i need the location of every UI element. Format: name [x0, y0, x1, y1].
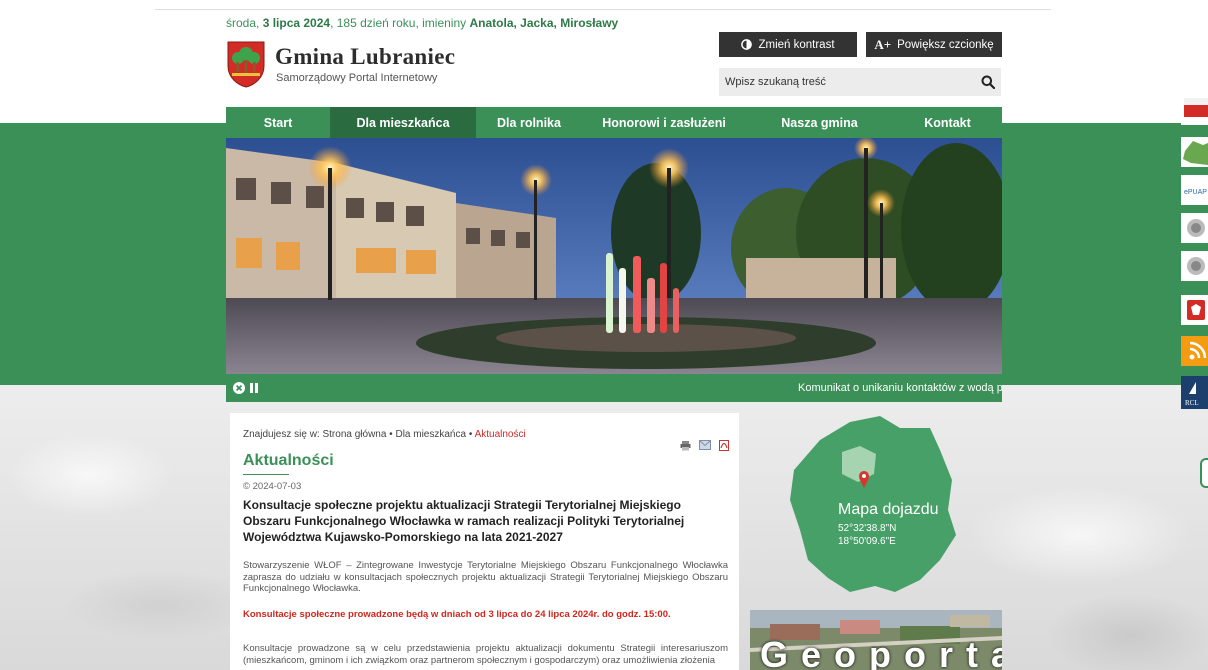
date-line: środa, 3 lipca 2024, 185 dzień roku, imi… [226, 16, 618, 30]
font-size-label: Powiększ czcionkę [897, 38, 994, 51]
breadcrumb-path[interactable]: Znajdujesz się w: Strona główna • Dla mi… [243, 429, 475, 440]
nav-nasza-gmina[interactable]: Nasza gmina [746, 107, 893, 138]
title-underline [243, 474, 289, 475]
site-subtitle: Samorządowy Portal Internetowy [276, 72, 438, 84]
nav-start[interactable]: Start [226, 107, 330, 138]
day-info: , 185 dzień roku, imieniny [330, 16, 470, 30]
email-icon[interactable] [699, 440, 711, 450]
font-size-icon: A+ [874, 36, 892, 52]
article-date: © 2024-07-03 [243, 481, 302, 492]
contrast-button[interactable]: Zmień kontrast [719, 32, 857, 57]
emblem-link-1[interactable] [1181, 213, 1208, 243]
rss-icon [1189, 341, 1207, 360]
emblem-link-2[interactable] [1181, 251, 1208, 281]
svg-text:ePUAP: ePUAP [1184, 189, 1207, 196]
pause-icon[interactable] [248, 382, 260, 394]
poland-emblem-icon [1187, 300, 1205, 320]
close-slider-icon[interactable] [233, 382, 245, 394]
bip-link[interactable] [1181, 95, 1208, 125]
slider-bar: Komunikat o unikaniu kontaktów z wodą po… [226, 374, 1002, 402]
main-content: Znajdujesz się w: Strona główna • Dla mi… [230, 413, 739, 670]
article-title[interactable]: Konsultacje społeczne projektu aktualiza… [243, 497, 728, 545]
bip-icon [1184, 98, 1208, 117]
article-tools [680, 440, 729, 451]
print-icon[interactable] [680, 440, 691, 451]
region-map-icon [1183, 141, 1208, 165]
contrast-label: Zmień kontrast [758, 38, 835, 51]
search-input[interactable] [719, 75, 975, 89]
map-latitude: 52°32'38.8"N [838, 523, 897, 534]
rss-link[interactable] [1181, 336, 1208, 366]
page-title: Aktualności [243, 452, 334, 469]
eagle-icon [1187, 219, 1205, 237]
rcl-link[interactable]: RCL [1181, 376, 1208, 409]
article-paragraph-2: Konsultacje prowadzone są w celu przedst… [243, 643, 728, 666]
contrast-icon [741, 39, 753, 50]
search-icon[interactable] [975, 75, 1001, 89]
date-value: 3 lipca 2024 [262, 16, 331, 30]
poland-emblem-link[interactable] [1181, 295, 1208, 325]
slider-image[interactable] [226, 138, 1002, 374]
map-label: Mapa dojazdu [838, 501, 939, 518]
nav-kontakt[interactable]: Kontakt [893, 107, 1002, 138]
article-paragraph-1: Stowarzyszenie WŁOF – Zintegrowane Inwes… [243, 560, 728, 594]
eagle-icon [1187, 257, 1205, 275]
main-nav: Start Dla mieszkańca Dla rolnika Honorow… [226, 107, 1002, 138]
epuap-link[interactable]: ePUAP [1181, 175, 1208, 205]
breadcrumb: Znajdujesz się w: Strona główna • Dla mi… [243, 429, 526, 440]
geoportal-banner[interactable]: Geoportal [750, 610, 1002, 670]
search-box [719, 68, 1001, 96]
coat-of-arms-logo[interactable] [226, 40, 266, 88]
nav-honorowi[interactable]: Honorowi i zasłużeni [582, 107, 746, 138]
date-prefix: środa, [226, 16, 263, 30]
font-size-button[interactable]: A+ Powiększ czcionkę [866, 32, 1002, 57]
geoportal-label: Geoportal [760, 634, 1002, 670]
map-longitude: 18°50'09.6"E [838, 536, 896, 547]
map-widget[interactable]: Mapa dojazdu 52°32'38.8"N 18°50'09.6"E [780, 410, 966, 595]
name-days: Anatola, Jacka, Mirosławy [469, 16, 619, 30]
pdf-icon[interactable] [719, 440, 729, 451]
epuap-icon: ePUAP [1184, 189, 1207, 196]
news-ticker[interactable]: Komunikat o unikaniu kontaktów z wodą po… [798, 382, 1002, 394]
nav-dla-mieszkanca[interactable]: Dla mieszkańca [330, 107, 476, 138]
nav-dla-rolnika[interactable]: Dla rolnika [476, 107, 582, 138]
rcl-icon: RCL [1185, 382, 1199, 407]
accessibility-tab[interactable] [1200, 458, 1208, 488]
breadcrumb-current: Aktualności [474, 429, 526, 440]
region-map-link[interactable] [1181, 137, 1208, 167]
site-title[interactable]: Gmina Lubraniec [275, 44, 455, 70]
svg-text:RCL: RCL [1185, 399, 1199, 407]
consultation-notice: Konsultacje społeczne prowadzone będą w … [243, 609, 671, 620]
top-divider [155, 9, 1051, 10]
